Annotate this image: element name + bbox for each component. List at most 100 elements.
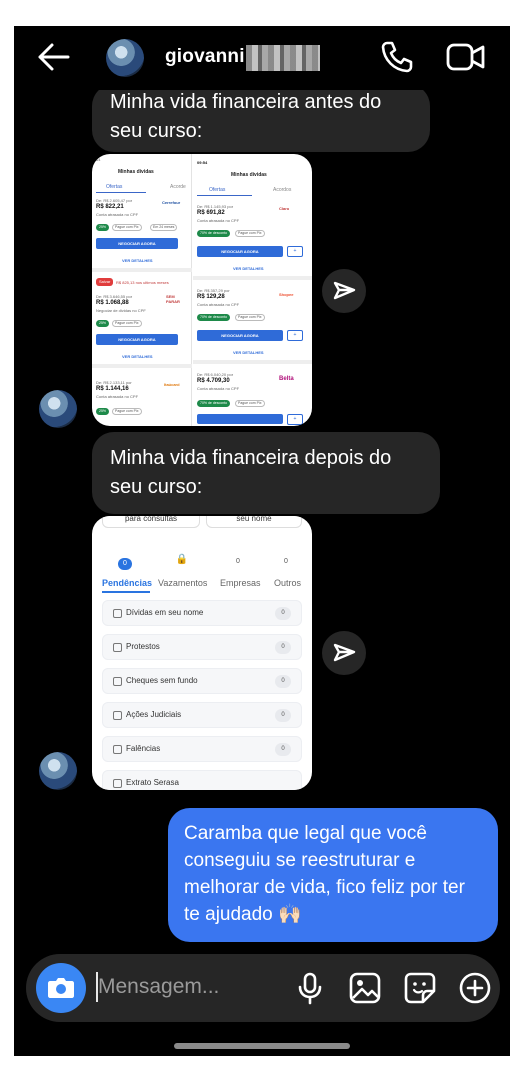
protest-icon xyxy=(113,643,122,652)
row-label: Extrato Serasa xyxy=(126,778,179,787)
row-label: Falências xyxy=(126,744,161,753)
mini-tab: Ofertas xyxy=(209,187,226,193)
mini-text: Negociar de dividas no CPF xyxy=(96,308,146,313)
row-count: 0 xyxy=(275,641,291,654)
mini-text: Conta atrasada no CPF xyxy=(197,218,240,223)
image-panel-right: 09:54 Minhas dívidas Ofertas Acordos De:… xyxy=(193,154,312,426)
mini-button: NEGOCIAR AGORA xyxy=(96,334,178,345)
tab-underline xyxy=(102,591,150,593)
mini-chip: Pague com Pix xyxy=(112,408,142,415)
row-count: 0 xyxy=(275,743,291,756)
send-icon xyxy=(333,643,356,662)
image-panel-left: 64 Minhas dívidas Ofertas Acorde De: R$ … xyxy=(92,154,192,426)
home-indicator[interactable] xyxy=(174,1043,350,1049)
mini-chip: Pague com Pix xyxy=(112,224,142,231)
outgoing-message-bubble[interactable]: Caramba que legal que você conseguiu se … xyxy=(168,808,498,942)
sticker-icon[interactable] xyxy=(403,971,437,1005)
chat-username[interactable]: giovanni xyxy=(165,46,245,68)
mini-text: De: R$ 2.605,47 por xyxy=(96,198,133,203)
list-item: Cheques sem fundo 0 xyxy=(102,668,302,694)
incoming-message-bubble[interactable]: Minha vida financeira depois do seu curs… xyxy=(92,432,440,514)
phone-icon[interactable] xyxy=(380,40,414,74)
mini-tab-underline xyxy=(197,195,252,196)
row-count: 0 xyxy=(275,675,291,688)
mini-value: R$ 1.068,88 xyxy=(96,300,129,306)
mini-link: VER DETALHES xyxy=(233,350,264,355)
mini-value: R$ 4.709,30 xyxy=(197,378,230,384)
row-label: Protestos xyxy=(126,642,160,651)
mini-text: De: R$ 357,29 por xyxy=(197,288,230,293)
mini-value: R$ 822,21 xyxy=(96,204,124,210)
video-camera-icon[interactable] xyxy=(446,42,486,72)
tab-label: Vazamentos xyxy=(158,578,208,588)
mini-separator xyxy=(92,364,192,368)
lock-icon: 🔒 xyxy=(175,554,189,565)
mini-brand: Itaúcard xyxy=(164,382,180,387)
mini-chip: Pague com Pix xyxy=(235,230,265,237)
mini-brand: Cerrefour xyxy=(162,200,181,205)
mini-chip: Em 24 meses xyxy=(150,224,178,231)
list-item: Falências 0 xyxy=(102,736,302,762)
mini-chip: 25% xyxy=(96,224,110,231)
share-button[interactable] xyxy=(322,269,366,313)
mini-chip: Pague com Pix xyxy=(235,314,265,321)
mini-button: NEGOCIAR AGORA xyxy=(96,238,178,249)
status-time: 09:54 xyxy=(197,160,208,165)
list-item: Extrato Serasa xyxy=(102,770,302,790)
tab-label: Pendências xyxy=(102,578,153,588)
mini-link: VER DETALHES xyxy=(233,266,264,271)
cart-icon: + xyxy=(287,246,303,257)
tab-label: Outros xyxy=(274,578,302,588)
cart-icon: + xyxy=(287,414,303,425)
shared-image-before[interactable]: 64 Minhas dívidas Ofertas Acorde De: R$ … xyxy=(92,154,312,426)
image-icon[interactable] xyxy=(348,971,382,1005)
mini-brand: Claro xyxy=(279,206,290,211)
mini-value: R$ 691,82 xyxy=(197,210,225,216)
tab-label: Empresas xyxy=(220,578,261,588)
share-button[interactable] xyxy=(322,631,366,675)
sender-avatar[interactable] xyxy=(39,390,77,428)
incoming-message-bubble[interactable]: Minha vida financeira antes do seu curso… xyxy=(92,84,430,152)
row-label: Cheques sem fundo xyxy=(126,676,198,685)
mini-text: De: R$ 3.646,55 por xyxy=(96,294,133,299)
message-composer: Mensagem... xyxy=(26,954,500,1022)
mini-separator xyxy=(92,268,192,272)
shared-image-after[interactable]: para consultas seu nome 0 🔒 0 0 Pendênci… xyxy=(92,516,312,790)
mini-text: De: R$ 6.040,20 por xyxy=(197,372,234,377)
mini-tab: Ofertas xyxy=(106,184,123,190)
mini-value: R$ 129,28 xyxy=(197,294,225,300)
message-input[interactable]: Mensagem... xyxy=(98,975,219,999)
camera-button[interactable] xyxy=(36,963,86,1013)
back-arrow-icon[interactable] xyxy=(36,42,70,72)
mini-text: Conta atrasada no CPF xyxy=(96,394,139,399)
mini-card: para consultas xyxy=(102,516,200,528)
message-text: Minha vida financeira antes do seu curso… xyxy=(110,91,382,142)
mini-text: De: R$ 2.133,11 por xyxy=(96,380,132,385)
mini-value: R$ 1.144,16 xyxy=(96,386,129,392)
gavel-icon xyxy=(113,711,122,720)
plus-circle-icon[interactable] xyxy=(458,971,492,1005)
header-avatar[interactable] xyxy=(106,39,144,77)
mini-button: NEGOCIAR AGORA xyxy=(197,246,283,257)
mini-chip: 70% de desconto xyxy=(197,230,231,237)
sender-avatar[interactable] xyxy=(39,752,77,790)
mini-brand: Belta xyxy=(279,376,294,382)
mini-text: De: R$ 1.145,93 por xyxy=(197,204,234,209)
mini-tab: Acorde xyxy=(170,184,186,190)
mini-chip: 70% de desconto xyxy=(197,314,231,321)
tab-count: 0 xyxy=(118,558,132,570)
message-text: Caramba que legal que você conseguiu se … xyxy=(184,823,465,925)
mini-text: Conta atrasada no CPF xyxy=(197,302,240,307)
cart-icon: + xyxy=(287,330,303,341)
mini-button: NEGOCIAR AGORA xyxy=(197,330,283,341)
mini-chip: 25% xyxy=(96,408,110,415)
mini-chip: Pague com Pix xyxy=(112,320,142,327)
statement-icon xyxy=(113,779,122,788)
mini-title: Minhas dívidas xyxy=(118,169,154,175)
mini-tab-underline xyxy=(96,192,146,193)
mini-separator xyxy=(193,276,312,280)
mini-brand: Shopee xyxy=(279,292,294,297)
list-item: Dívidas em seu nome 0 xyxy=(102,600,302,626)
mini-button xyxy=(197,414,283,424)
microphone-icon[interactable] xyxy=(293,971,327,1005)
